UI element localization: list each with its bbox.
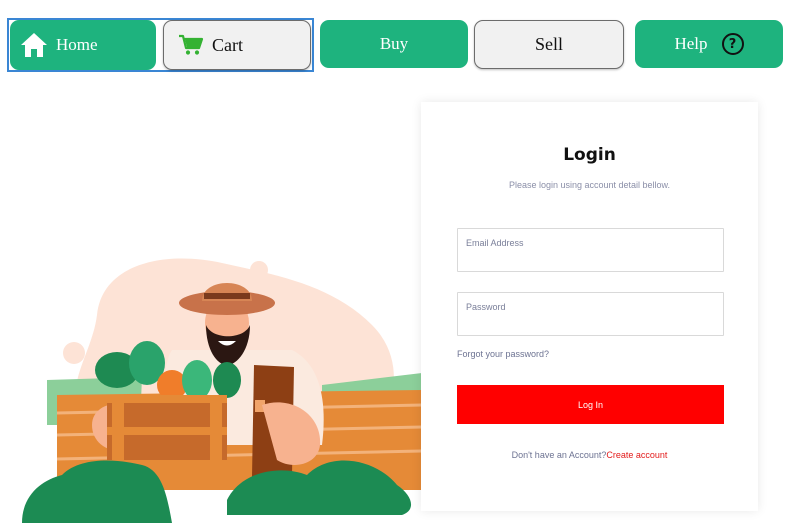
help-label: Help [674, 34, 708, 53]
question-circle-icon: ? [721, 33, 744, 55]
login-card: Login Please login using account detail … [421, 102, 758, 511]
login-title: Login [563, 145, 616, 165]
help-button[interactable]: Help ? [635, 20, 783, 68]
farmer-illustration [22, 255, 423, 523]
buy-label: Buy [379, 34, 409, 53]
login-subtitle: Please login using account detail bellow… [508, 180, 671, 190]
email-field [457, 228, 724, 272]
cart-label: Cart [212, 34, 243, 55]
home-icon [20, 32, 48, 58]
cart-icon [178, 34, 204, 56]
password-input[interactable] [458, 293, 723, 335]
buy-button[interactable]: Buy [320, 20, 468, 68]
sell-label: Sell [534, 34, 563, 54]
email-input[interactable] [458, 229, 723, 271]
create-account-link[interactable]: Create account [606, 450, 667, 460]
login-button[interactable]: Log In [457, 385, 724, 424]
password-field [457, 292, 724, 336]
cart-button[interactable]: Cart [163, 20, 311, 70]
home-button[interactable]: Home [10, 20, 156, 70]
sell-button[interactable]: Sell [474, 20, 624, 69]
signup-row: Don't have an Account?Create account [421, 450, 758, 460]
no-account-text: Don't have an Account? [511, 450, 607, 460]
forgot-password-link[interactable]: Forgot your password? [457, 349, 549, 359]
home-label: Home [56, 35, 98, 54]
